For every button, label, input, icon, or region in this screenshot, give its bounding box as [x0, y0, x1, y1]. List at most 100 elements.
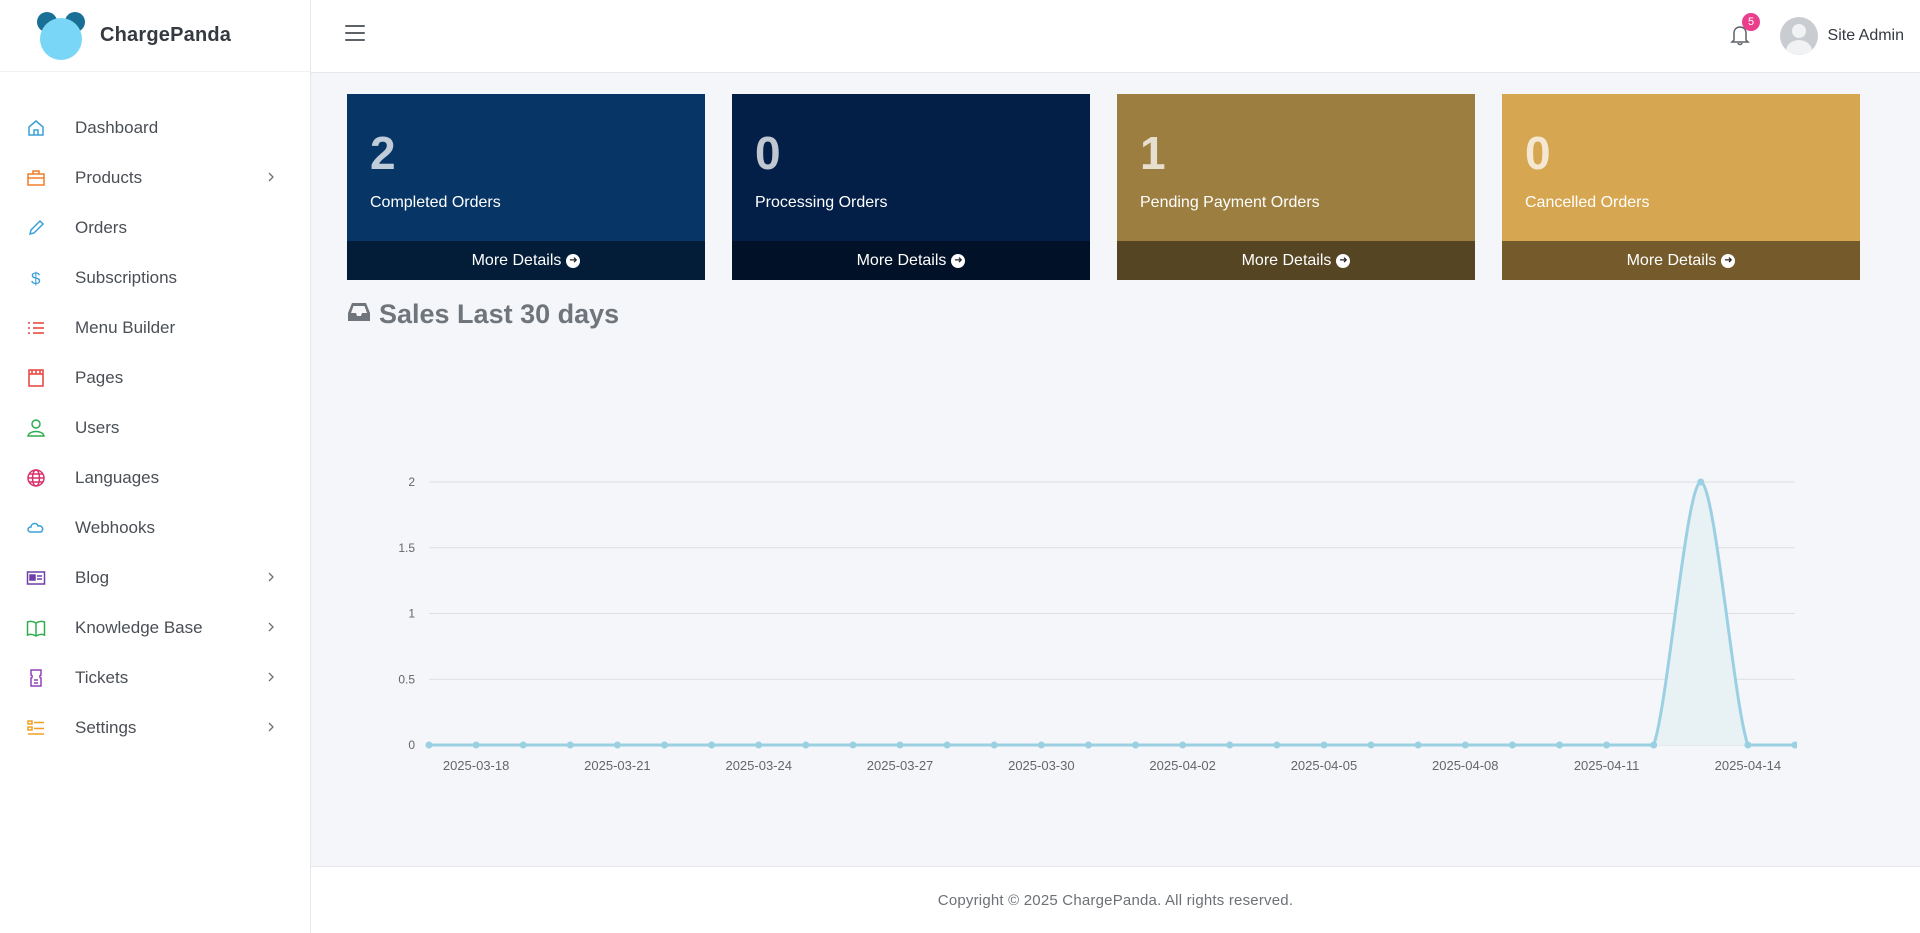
sidebar-item-dashboard[interactable]: Dashboard — [0, 103, 310, 153]
data-point — [849, 741, 857, 749]
sidebar: ChargePanda Dashboard Products Orders $ — [0, 0, 311, 933]
notifications-button[interactable]: 5 — [1730, 13, 1760, 51]
data-point — [1697, 478, 1705, 486]
notifications-badge: 5 — [1742, 13, 1760, 31]
sidebar-item-label: Languages — [75, 468, 160, 487]
x-tick-label: 2025-04-11 — [1574, 758, 1640, 773]
data-point — [1367, 741, 1375, 749]
data-point — [1084, 741, 1092, 749]
data-point — [1791, 741, 1797, 749]
x-tick-label: 2025-04-08 — [1432, 758, 1499, 773]
sales-chart: 0 0.5 1 1.5 2 2025-03-18 2025-03-21 2025-03-24 2… — [398, 475, 1797, 773]
sidebar-item-users[interactable]: Users — [0, 403, 310, 453]
data-point — [613, 741, 621, 749]
sidebar-nav: Dashboard Products Orders $ Subscription… — [0, 72, 310, 753]
brand-name: ChargePanda — [100, 24, 232, 46]
chevron-right-icon — [266, 620, 276, 639]
x-tick-label: 2025-03-30 — [1008, 758, 1075, 773]
sidebar-item-label: Dashboard — [75, 118, 159, 137]
sales-title: Sales Last 30 days — [379, 299, 620, 329]
sidebar-item-menu-builder[interactable]: Menu Builder — [0, 303, 310, 353]
more-details-label: More Details — [1626, 251, 1717, 269]
id-card-icon — [25, 567, 47, 589]
y-tick-label: 1.5 — [398, 541, 415, 555]
brand[interactable]: ChargePanda — [0, 0, 310, 72]
stats-boxes: 2 Completed Orders More Details ➜ 0 Proce… — [347, 94, 1860, 280]
data-point — [896, 741, 904, 749]
data-point — [755, 741, 763, 749]
sidebar-item-knowledge-base[interactable]: Knowledge Base — [0, 603, 310, 653]
x-tick-label: 2025-03-21 — [584, 758, 651, 773]
box-label: Processing Orders — [755, 194, 888, 211]
sidebar-item-pages[interactable]: Pages — [0, 353, 310, 403]
completed-orders-box: 2 Completed Orders More Details ➜ — [347, 94, 705, 280]
user-icon — [25, 417, 47, 439]
copyright-text: Copyright © 2025 ChargePanda. All rights… — [937, 891, 1294, 909]
sidebar-item-blog[interactable]: Blog — [0, 553, 310, 603]
top-header: 5 Site Admin — [311, 0, 1920, 73]
chevron-right-icon — [266, 720, 276, 739]
sidebar-item-products[interactable]: Products — [0, 153, 310, 203]
processing-orders-box: 0 Processing Orders More Details ➜ — [732, 94, 1090, 280]
chevron-right-icon — [266, 670, 276, 689]
sidebar-item-webhooks[interactable]: Webhooks — [0, 503, 310, 553]
more-details-label: More Details — [856, 251, 947, 269]
page-footer: Copyright © 2025 ChargePanda. All rights… — [311, 866, 1920, 933]
data-point — [1461, 741, 1469, 749]
sidebar-item-label: Knowledge Base — [75, 618, 203, 637]
settings-list-icon — [25, 717, 47, 739]
x-tick-label: 2025-03-18 — [443, 758, 510, 773]
data-point — [1603, 741, 1611, 749]
arrow-circle-right-icon: ➜ — [951, 253, 966, 268]
cloud-icon — [25, 517, 47, 539]
data-point — [1744, 741, 1752, 749]
x-tick-label: 2025-04-14 — [1715, 758, 1782, 773]
data-point — [661, 741, 669, 749]
data-point — [1650, 741, 1658, 749]
data-point — [519, 741, 527, 749]
menu-toggle-icon[interactable] — [345, 25, 365, 43]
sidebar-item-subscriptions[interactable]: $ Subscriptions — [0, 253, 310, 303]
sidebar-item-tickets[interactable]: Tickets — [0, 653, 310, 703]
more-details-link[interactable]: More Details ➜ — [732, 241, 1090, 280]
box-label: Completed Orders — [370, 194, 501, 211]
x-tick-label: 2025-03-27 — [867, 758, 934, 773]
data-point — [472, 741, 480, 749]
data-point — [566, 741, 574, 749]
more-details-label: More Details — [1241, 251, 1332, 269]
box-number: 2 — [370, 127, 396, 179]
sidebar-item-orders[interactable]: Orders — [0, 203, 310, 253]
bell-icon — [1730, 26, 1750, 50]
svg-text:$: $ — [31, 269, 41, 288]
more-details-label: More Details — [471, 251, 562, 269]
briefcase-icon — [25, 167, 47, 189]
sidebar-item-label: Products — [75, 168, 143, 187]
ticket-icon — [25, 667, 47, 689]
inbox-icon — [347, 299, 371, 330]
sidebar-item-languages[interactable]: Languages — [0, 453, 310, 503]
arrow-circle-right-icon: ➜ — [1336, 253, 1351, 268]
data-point — [1508, 741, 1516, 749]
data-point — [1132, 741, 1140, 749]
user-name: Site Admin — [1827, 27, 1904, 44]
main-content: 2 Completed Orders More Details ➜ 0 Proce… — [311, 73, 1920, 866]
book-icon — [25, 617, 47, 639]
more-details-link[interactable]: More Details ➜ — [1117, 241, 1475, 280]
data-point — [990, 741, 998, 749]
y-tick-label: 0.5 — [398, 672, 415, 686]
y-tick-label: 0 — [408, 738, 415, 752]
globe-icon — [25, 467, 47, 489]
sidebar-item-settings[interactable]: Settings — [0, 703, 310, 753]
data-point — [1555, 741, 1563, 749]
data-point — [1179, 741, 1187, 749]
pencil-icon — [25, 217, 47, 239]
user-menu[interactable]: Site Admin — [1779, 17, 1904, 55]
more-details-link[interactable]: More Details ➜ — [1502, 241, 1860, 280]
y-tick-label: 1 — [408, 607, 415, 621]
sidebar-item-label: Orders — [75, 218, 127, 237]
data-point — [1226, 741, 1234, 749]
box-label: Pending Payment Orders — [1140, 194, 1320, 211]
sidebar-item-label: Settings — [75, 718, 137, 737]
more-details-link[interactable]: More Details ➜ — [347, 241, 705, 280]
data-point — [1320, 741, 1328, 749]
